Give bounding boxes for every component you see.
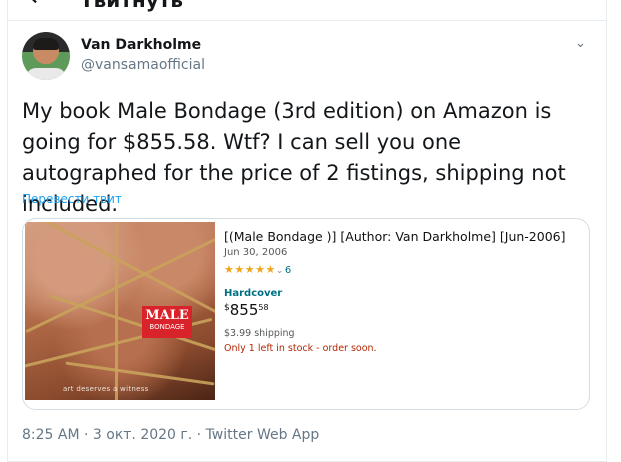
cover-badge-main: MALE — [145, 308, 189, 323]
review-count[interactable]: 6 — [285, 265, 292, 276]
translate-tweet-link[interactable]: Перевести твит — [22, 192, 122, 206]
rope — [115, 222, 118, 400]
avatar-shirt — [26, 68, 66, 80]
author-name[interactable]: Van Darkholme — [81, 37, 201, 53]
author-handle[interactable]: @vansamaofficial — [81, 57, 205, 73]
chevron-down-icon[interactable]: ⌄ — [575, 36, 586, 51]
header-divider — [7, 20, 607, 21]
frame-border-left — [7, 0, 8, 462]
link-preview-card[interactable]: MALE BONDAGE art deserves a witness [(Ma… — [22, 218, 590, 410]
back-arrow-icon[interactable]: ← — [30, 0, 48, 11]
rope — [65, 361, 215, 386]
price-whole: 855 — [229, 301, 259, 319]
star-rating[interactable]: ★★★★★⌄6 — [224, 263, 292, 276]
tweet-timestamp[interactable]: 8:25 AM · 3 окт. 2020 г. · Twitter Web A… — [22, 427, 319, 443]
top-bar: ← Твитнуть — [0, 0, 621, 20]
cover-title-badge: MALE BONDAGE — [142, 306, 192, 338]
book-date: Jun 30, 2006 — [224, 247, 288, 258]
star-icons: ★★★★★ — [224, 263, 276, 276]
price-symbol: $ — [224, 303, 230, 313]
cover-tagline: art deserves a witness — [63, 385, 149, 393]
book-title[interactable]: [(Male Bondage )] [Author: Van Darkholme… — [224, 229, 566, 244]
frame-border-right — [606, 0, 607, 462]
book-format[interactable]: Hardcover — [224, 288, 282, 299]
chevron-down-icon: ⌄ — [275, 266, 284, 276]
price: $85558 — [224, 300, 269, 319]
page-title: Твитнуть — [80, 0, 183, 12]
book-cover-image: MALE BONDAGE art deserves a witness — [25, 222, 215, 400]
avatar[interactable] — [22, 32, 70, 80]
cover-badge-sub: BONDAGE — [149, 323, 185, 331]
price-fraction: 58 — [258, 303, 269, 312]
shipping-info: $3.99 shipping — [224, 328, 295, 339]
avatar-hair — [33, 38, 59, 50]
stock-status: Only 1 left in stock - order soon. — [224, 343, 377, 354]
rope — [27, 222, 215, 317]
